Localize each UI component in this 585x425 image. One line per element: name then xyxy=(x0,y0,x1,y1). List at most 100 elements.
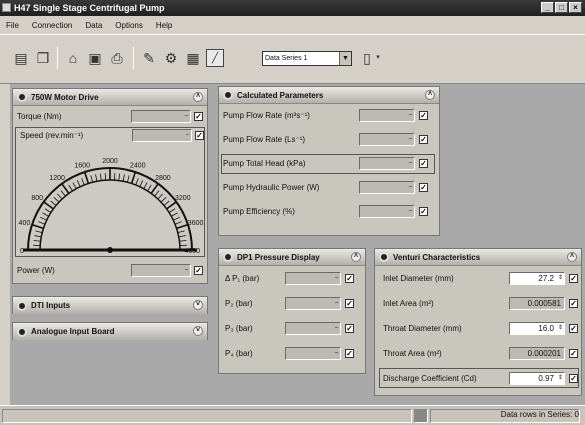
pump-flow-rate-m3-label: Pump Flow Rate (m³s⁻¹) xyxy=(223,111,310,120)
gauge-minor-tick xyxy=(174,221,182,225)
graph-icon[interactable]: ╱ xyxy=(206,49,224,67)
gauge-tick-label: 400 xyxy=(19,220,31,227)
speed-gauge: 040080012001600200024002800320036004000 xyxy=(19,158,203,255)
inlet-diameter-checkbox[interactable]: ✓ xyxy=(569,274,578,283)
settings-gear-icon[interactable]: ⚙ xyxy=(162,49,180,67)
throat-diameter-value: 16.0 xyxy=(538,324,554,333)
gauge-major-tick xyxy=(176,223,189,230)
power-field: – xyxy=(131,264,191,277)
spinner-icon[interactable]: ⇕ xyxy=(557,273,564,284)
collapse-icon[interactable]: ˄ xyxy=(425,90,435,100)
pump-flow-rate-m3-checkbox[interactable]: ✓ xyxy=(419,111,428,120)
torque-checkbox[interactable]: ✓ xyxy=(194,112,203,121)
gauge-tick-label: 800 xyxy=(31,195,43,202)
pump-hydraulic-power-label: Pump Hydraulic Power (W) xyxy=(223,183,320,192)
discharge-coefficient-label: Discharge Coefficient (Cd) xyxy=(383,374,477,383)
power-label: Power (W) xyxy=(17,266,55,275)
inlet-area-value: 0.000581 xyxy=(527,299,561,308)
throat-diameter-input[interactable]: 16.0 ⇕ xyxy=(509,322,565,335)
save-icon[interactable]: ▣ xyxy=(86,49,104,67)
gauge-minor-tick xyxy=(173,216,180,221)
close-button[interactable]: × xyxy=(569,2,582,13)
p3-checkbox[interactable]: ✓ xyxy=(345,324,354,333)
throat-diameter-label: Throat Diameter (mm) xyxy=(383,324,462,333)
pump-total-head-checkbox[interactable]: ✓ xyxy=(419,159,428,168)
series-select[interactable]: Data Series 1 ▼ xyxy=(262,51,352,66)
series-select-value: Data Series 1 xyxy=(265,55,308,62)
menu-data[interactable]: Data xyxy=(85,21,102,30)
expand-icon[interactable]: ˅ xyxy=(193,300,203,310)
collapse-icon[interactable]: ˄ xyxy=(567,252,577,262)
inlet-area-checkbox[interactable]: ✓ xyxy=(569,299,578,308)
discharge-coefficient-input[interactable]: 0.97 ⇕ xyxy=(509,372,565,385)
gauge-minor-tick xyxy=(34,235,42,238)
pencil-icon[interactable]: ✎ xyxy=(140,49,158,67)
power-checkbox[interactable]: ✓ xyxy=(194,266,203,275)
discharge-coefficient-checkbox[interactable]: ✓ xyxy=(569,374,578,383)
throat-diameter-checkbox[interactable]: ✓ xyxy=(569,324,578,333)
gauge-minor-tick xyxy=(160,196,167,203)
menu-file[interactable]: File xyxy=(6,21,19,30)
dp1-field: – xyxy=(285,272,341,285)
pump-flow-rate-ls-checkbox[interactable]: ✓ xyxy=(419,135,428,144)
copy-icon[interactable]: ❐ xyxy=(34,49,52,67)
venturi-title: Venturi Characteristics xyxy=(393,252,481,262)
dropdown-arrow-icon[interactable]: ▾ xyxy=(374,49,382,67)
menu-options[interactable]: Options xyxy=(115,21,143,30)
gauge-major-tick xyxy=(150,183,159,194)
gauge-tick-label: 3600 xyxy=(188,220,203,227)
gauge-major-tick xyxy=(31,223,44,230)
gauge-minor-tick xyxy=(157,193,164,200)
app-window: H47 Single Stage Centrifugal Pump _ □ × … xyxy=(0,0,585,425)
gauge-minor-tick xyxy=(178,235,186,238)
calculated-parameters-header[interactable]: Calculated Parameters ˄ xyxy=(219,87,439,104)
minimize-button[interactable]: _ xyxy=(541,2,554,13)
menu-connection[interactable]: Connection xyxy=(32,21,72,30)
spinner-icon[interactable]: ⇕ xyxy=(557,373,564,384)
gauge-tick-label: 1600 xyxy=(74,162,90,169)
print-icon[interactable]: ⎙ xyxy=(108,49,126,67)
speed-checkbox[interactable]: ✓ xyxy=(195,131,204,140)
collapse-icon[interactable]: ˄ xyxy=(351,252,361,262)
gauge-minor-tick xyxy=(163,200,170,206)
app-icon xyxy=(2,3,11,12)
inlet-diameter-input[interactable]: 27.2 ⇕ xyxy=(509,272,565,285)
spinner-icon[interactable]: ⇕ xyxy=(557,323,564,334)
venturi-header[interactable]: Venturi Characteristics ˄ xyxy=(375,249,581,266)
gauge-minor-tick xyxy=(127,175,130,183)
torque-field: – xyxy=(131,110,191,123)
table-icon[interactable]: ▦ xyxy=(184,49,202,67)
panel-icon xyxy=(17,326,27,337)
open-folder-icon[interactable]: ⌂ xyxy=(64,49,82,67)
throat-area-label: Throat Area (m²) xyxy=(383,349,442,358)
calculated-parameters-title: Calculated Parameters xyxy=(237,90,324,100)
p4-checkbox[interactable]: ✓ xyxy=(345,349,354,358)
chevron-down-icon[interactable]: ▼ xyxy=(339,52,351,65)
pump-efficiency-checkbox[interactable]: ✓ xyxy=(419,207,428,216)
gauge-minor-tick xyxy=(90,175,93,183)
pump-efficiency-label: Pump Efficiency (%) xyxy=(223,207,295,216)
collapse-icon[interactable]: ˄ xyxy=(193,92,203,102)
pump-hydraulic-power-checkbox[interactable]: ✓ xyxy=(419,183,428,192)
maximize-button[interactable]: □ xyxy=(555,2,568,13)
analogue-input-panel[interactable]: Analogue Input Board ˅ xyxy=(12,322,208,340)
dp1-pressure-header[interactable]: DP1 Pressure Display ˄ xyxy=(219,249,365,266)
new-document-icon[interactable]: ▤ xyxy=(12,49,30,67)
motor-drive-header[interactable]: 750W Motor Drive ˄ xyxy=(13,89,207,106)
calculated-parameters-panel: Calculated Parameters ˄ Pump Flow Rate (… xyxy=(218,86,440,236)
analogue-input-title: Analogue Input Board xyxy=(31,327,115,336)
pump-total-head-field: – xyxy=(359,157,415,170)
dti-inputs-panel[interactable]: DTI Inputs ˅ xyxy=(12,296,208,314)
gauge-minor-tick xyxy=(118,173,121,181)
gauge-minor-tick xyxy=(38,221,46,225)
speed-group: Speed (rev.min⁻¹) – ✓ 0 400 800 1200 1600 200… xyxy=(15,127,205,257)
gauge-major-tick xyxy=(130,171,137,184)
p2-checkbox[interactable]: ✓ xyxy=(345,299,354,308)
menu-help[interactable]: Help xyxy=(156,21,172,30)
expand-icon[interactable]: ˅ xyxy=(193,326,203,336)
motor-drive-title: 750W Motor Drive xyxy=(31,92,99,102)
throat-area-checkbox[interactable]: ✓ xyxy=(569,349,578,358)
toolbar-separator xyxy=(133,47,134,69)
inlet-diameter-label: Inlet Diameter (mm) xyxy=(383,274,454,283)
dp1-checkbox[interactable]: ✓ xyxy=(345,274,354,283)
